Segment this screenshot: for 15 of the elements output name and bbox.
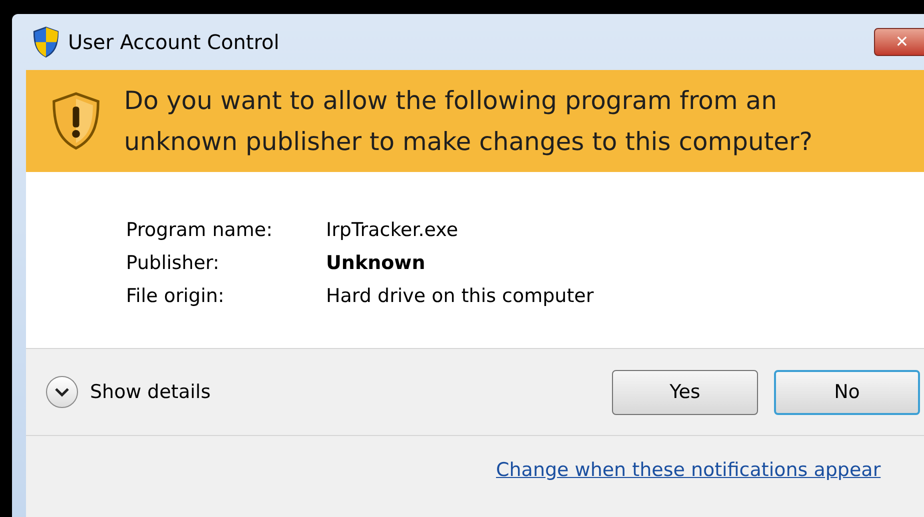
detail-value: Hard drive on this computer	[326, 284, 594, 309]
window-title: User Account Control	[68, 29, 280, 56]
dialog-button[interactable]: Yes	[612, 370, 758, 414]
detail-label: Program name:	[126, 218, 274, 243]
detail-value: IrpTracker.exe	[326, 218, 458, 243]
detail-label: File origin:	[126, 284, 226, 309]
dialog-button[interactable]: No	[774, 370, 920, 414]
detail-label: Publisher:	[126, 251, 220, 276]
warning-shield-icon	[50, 91, 102, 151]
notifications-link[interactable]: Change when these notifications appear	[496, 459, 881, 481]
warning-question: Do you want to allow the following program from an unknown publisher to make changes to this computer?	[124, 85, 814, 158]
detail-value: Unknown	[326, 251, 426, 276]
chevron-icon	[46, 376, 78, 408]
shield-icon	[32, 26, 60, 58]
show-details-button[interactable]: Show details	[46, 376, 211, 408]
